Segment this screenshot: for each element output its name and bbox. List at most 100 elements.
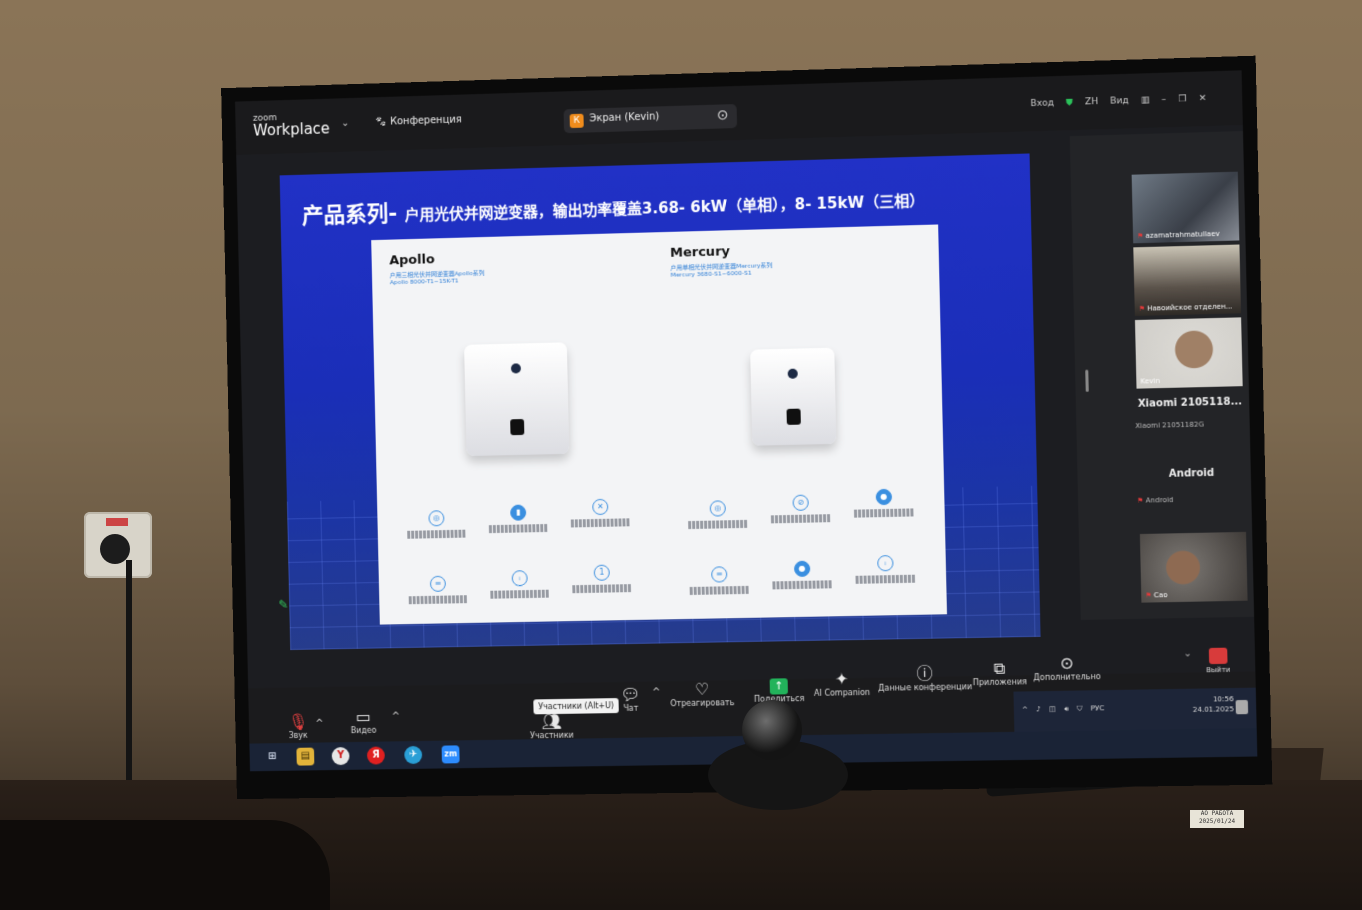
feature-icon: ● (875, 488, 893, 506)
participants-button[interactable]: 👥︎ Участники (530, 712, 574, 740)
info-icon: ⓘ (916, 663, 934, 684)
mic-muted-icon: ⚑ (1137, 231, 1144, 241)
video-button[interactable]: ▭ Видео (350, 707, 377, 735)
telegram-icon[interactable]: ✈ (404, 745, 423, 765)
chevron-up-icon[interactable]: ^ (652, 687, 661, 698)
shield-check-icon: ⛊ (1065, 97, 1074, 109)
sparkle-icon: ✦ (834, 669, 849, 689)
feature-item: 1 (572, 564, 633, 594)
chevron-down-icon[interactable]: ⌄ (341, 118, 349, 129)
conference-menu-label: Конференция (389, 114, 462, 128)
participant-tile-audio[interactable]: Xiaomi 2105118... Xiaomi 21051182G (1135, 396, 1246, 430)
inverter-display (786, 408, 801, 425)
meeting-info-button[interactable]: ⓘ Данные конференции (878, 663, 973, 693)
card-model: Apollo 8000-T1~15K-T1 (389, 277, 459, 287)
slide-title-sub: 户用光伏并网逆变器，输出功率覆盖3.68- 6kW（单相），8- 15kW（三相… (404, 191, 925, 225)
zoom-window: zoom Workplace ⌄ 🐾︎ Конференция К Экран … (235, 70, 1258, 772)
inverter-image (750, 347, 837, 446)
participants-tooltip: Участники (Alt+U) (533, 698, 620, 715)
tray-icons: ^ ♪ ◫ 🔊︎ ⛉ РУС (1022, 704, 1111, 714)
feature-item: ● (772, 560, 833, 590)
paw-icon: 🐾︎ (374, 116, 388, 129)
leave-button[interactable]: Выйти (1206, 647, 1230, 674)
notification-chevron-icon[interactable]: ^ (1022, 705, 1028, 713)
mic-muted-icon: ⚑ (1145, 591, 1152, 600)
sticker-line-1: АО РАБОТА (1200, 810, 1234, 817)
info-label: Данные конференции (878, 682, 973, 693)
feature-item: ≡ (408, 575, 468, 605)
apps-button[interactable]: ⧉ Приложения (972, 659, 1027, 688)
feature-item: ◎ (688, 500, 749, 530)
feature-text (855, 574, 917, 584)
restore-button[interactable]: ❐ (1178, 94, 1186, 104)
participant-tile-active[interactable]: Kevin (1134, 317, 1243, 389)
feature-icon: ≡ (429, 575, 446, 592)
yandex-browser-icon[interactable]: Y (331, 747, 350, 766)
react-button[interactable]: ♡ Отреагировать (670, 679, 735, 709)
feature-icon: ▮ (510, 504, 527, 521)
feature-icon: ◎ (709, 500, 726, 517)
view-button[interactable]: Вид (1110, 96, 1129, 107)
conference-menu[interactable]: 🐾︎ Конференция (374, 114, 461, 128)
feature-text (689, 585, 750, 595)
input-language[interactable]: РУС (1091, 704, 1105, 712)
clock[interactable]: 10:56 24.01.2025 (1192, 694, 1234, 715)
gallery-resize-handle[interactable] (1085, 369, 1089, 392)
card-title: Mercury (669, 244, 731, 261)
chevron-up-icon[interactable]: ^ (315, 719, 323, 730)
zoom-taskbar-icon[interactable]: zm (441, 745, 460, 764)
chevron-up-icon[interactable]: ^ (392, 712, 400, 723)
participant-device-name: Xiaomi 21051182G (1135, 420, 1205, 431)
yandex-icon[interactable]: Я (366, 746, 385, 765)
participant-tile[interactable]: ⚑ azamatrahmatullaev (1131, 171, 1240, 244)
feature-item: ⊘ (770, 494, 832, 524)
feature-icon: ✕ (592, 498, 609, 516)
feature-text (408, 595, 468, 605)
video-icon: ▭ (355, 707, 371, 727)
participant-display-name: Android (1168, 467, 1215, 480)
minimize-button[interactable]: – (1161, 95, 1166, 105)
feature-text (488, 523, 549, 534)
language-indicator[interactable]: ZH (1085, 97, 1098, 107)
inverter-display (510, 418, 525, 436)
heart-icon: ♡ (694, 679, 710, 699)
mic-icon[interactable]: ♪ (1036, 705, 1041, 713)
inverter-image (464, 342, 570, 457)
exit-icon (1208, 647, 1228, 665)
card-title: Apollo (389, 252, 435, 269)
share-button[interactable]: ↑ Поделиться (754, 675, 804, 704)
signin-button[interactable]: Вход (1030, 98, 1054, 109)
participant-device-name: Android (1145, 495, 1174, 505)
close-button[interactable]: ✕ (1199, 94, 1207, 104)
windows-icon[interactable]: ⊞ (263, 748, 281, 766)
chat-button[interactable]: 💬︎ Чат (620, 685, 641, 713)
defender-icon[interactable]: ⛉ (1077, 705, 1083, 713)
participant-name: ⚑ Cao (1145, 591, 1167, 599)
system-tray: ^ ♪ ◫ 🔊︎ ⛉ РУС 10:56 24.01.2025 (1013, 687, 1257, 732)
more-button[interactable]: ⊙ Дополнительно (1033, 653, 1101, 683)
file-explorer-icon[interactable]: ▤ (296, 747, 315, 766)
participant-tile[interactable]: ⚑ Cao (1139, 531, 1248, 603)
clock-time: 10:56 (1212, 695, 1234, 704)
participant-tile[interactable]: ⚑ Навоийское отделен... (1133, 244, 1242, 316)
participant-tile-audio[interactable]: Android ⚑ Android (1136, 467, 1247, 505)
react-label: Отреагировать (670, 698, 735, 709)
grid-icon[interactable]: ▥ (1141, 95, 1150, 105)
volume-icon[interactable]: 🔊︎ (1064, 705, 1069, 713)
audio-button[interactable]: 🎙︎ Звук (287, 712, 309, 740)
brand-big: Workplace (253, 119, 330, 140)
network-icon[interactable]: ◫ (1049, 705, 1056, 713)
chevron-down-icon[interactable]: ⌄ (1183, 648, 1192, 659)
mic-muted-icon: ⚑ (1138, 304, 1146, 313)
feature-item: ᵢ (490, 570, 550, 599)
mic-muted-icon: 🎙︎ (287, 712, 309, 732)
more-label: Дополнительно (1033, 672, 1101, 683)
feature-icon: ᵢ (511, 570, 528, 587)
ai-companion-button[interactable]: ✦ AI Companion (813, 669, 870, 698)
screen-share-pill[interactable]: К Экран (Kevin) ⊙ (563, 104, 738, 134)
card-model: Mercury 3680-S1~6000-S1 (670, 269, 752, 279)
notification-center-icon[interactable] (1235, 699, 1249, 715)
chat-label: Чат (623, 703, 639, 713)
ellipsis-icon[interactable]: ⊙ (717, 107, 729, 123)
feature-text (772, 580, 833, 590)
